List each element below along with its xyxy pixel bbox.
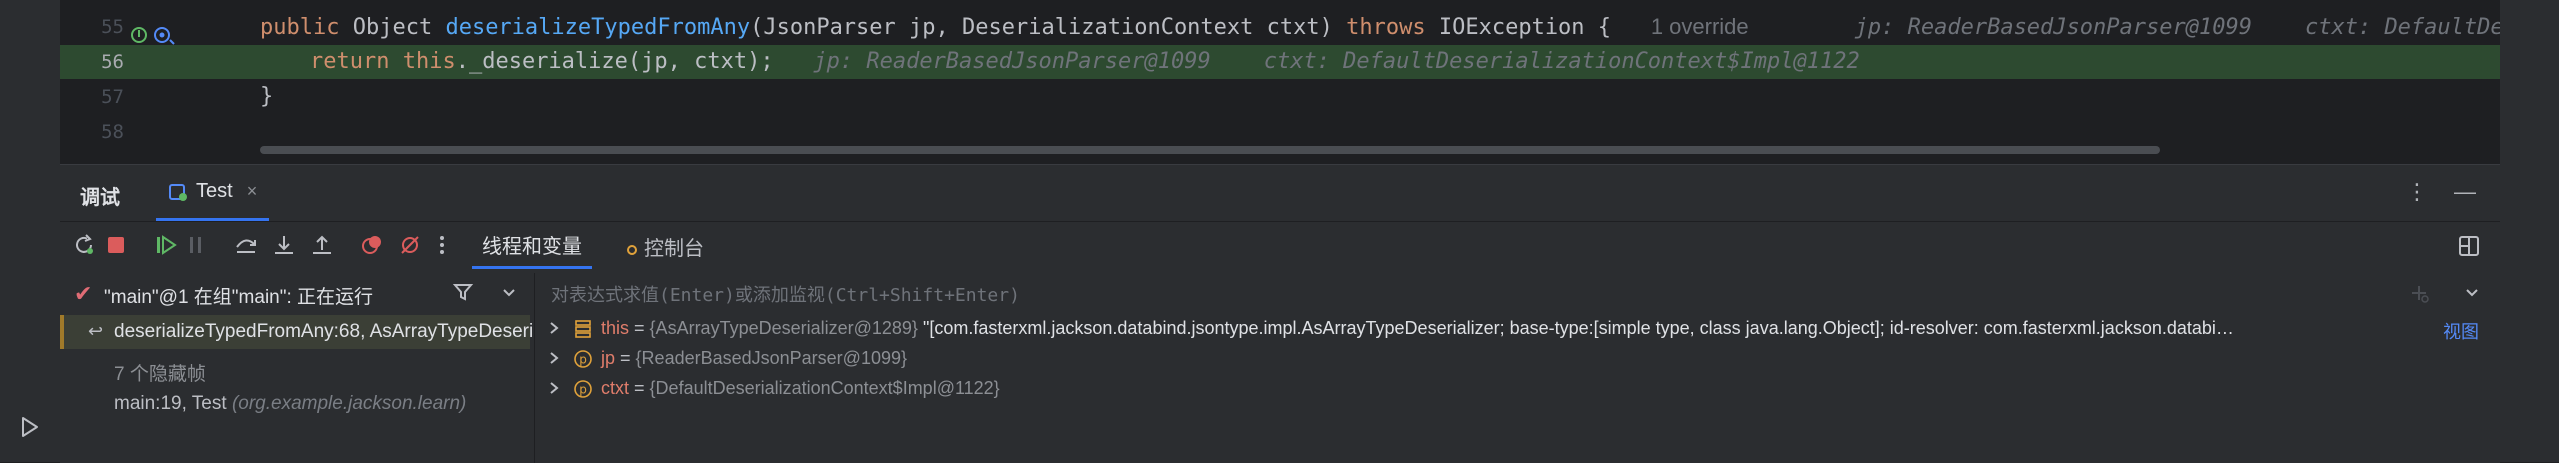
resume-icon[interactable]	[154, 233, 178, 257]
code-text: return this._deserialize(jp, ctxt); jp: …	[310, 49, 1860, 74]
return-icon: ↩	[88, 321, 104, 341]
step-out-icon[interactable]	[310, 233, 334, 257]
frame-package: (org.example.jackson.learn)	[231, 393, 467, 414]
frame-item-selected[interactable]: ↩ deserializeTypedFromAny:68, AsArrayTyp…	[60, 315, 534, 349]
code-editor[interactable]: 55 public Object deserializeTypedFromAny…	[60, 0, 2500, 160]
filter-icon[interactable]	[452, 281, 474, 303]
close-icon[interactable]: ×	[247, 181, 258, 202]
svg-text:p: p	[579, 383, 587, 397]
svg-text:p: p	[579, 353, 587, 367]
inlay-value-ctxt: ctxt: DefaultDeser	[2304, 15, 2500, 40]
variable-value: "[com.fasterxml.jackson.databind.jsontyp…	[922, 318, 2234, 338]
evaluate-expression-input[interactable]	[549, 281, 2253, 309]
frames-pane: ✔ "main"@1 在组"main": 正在运行 ↩ deserializeT…	[60, 273, 534, 463]
tab-label: Test	[196, 180, 233, 202]
thread-selector[interactable]: ✔ "main"@1 在组"main": 正在运行	[60, 273, 530, 313]
frame-label: deserializeTypedFromAny:68, AsArrayTypeD…	[114, 321, 534, 342]
inlay-value-ctxt: ctxt: DefaultDeserializationContext$Impl…	[1263, 49, 1860, 74]
code-line-57: 57 }	[60, 80, 2500, 114]
run-config-icon	[169, 183, 187, 201]
code-text: }	[260, 84, 274, 109]
rerun-icon[interactable]	[72, 233, 96, 257]
parameter-icon: p	[574, 380, 592, 398]
line-number: 57	[101, 86, 124, 108]
inlay-value-jp: jp: ReaderBasedJsonParser@1099	[1854, 15, 2252, 40]
parameter-icon: p	[574, 350, 592, 368]
tab-label: 线程和变量	[482, 236, 582, 258]
left-tool-strip	[0, 0, 61, 462]
variable-type: {AsArrayTypeDeserializer@1289}	[649, 318, 918, 338]
frame-item[interactable]: main:19, Test (org.example.jackson.learn…	[114, 393, 466, 415]
console-status-icon	[627, 245, 637, 255]
step-over-icon[interactable]	[234, 233, 258, 257]
chevron-down-icon[interactable]	[500, 283, 518, 301]
override-gutter-icon[interactable]	[130, 24, 180, 46]
variable-name: jp	[601, 348, 616, 368]
layout-settings-icon[interactable]	[2458, 235, 2480, 257]
code-text: public Object deserializeTypedFromAny(Js…	[260, 10, 2500, 45]
field-stack-icon	[575, 320, 591, 338]
variables-pane: this = {AsArrayTypeDeserializer@1289} "[…	[534, 273, 2501, 463]
chevron-right-icon[interactable]	[547, 319, 561, 337]
frame-label: main:19, Test	[114, 393, 227, 414]
pause-icon[interactable]	[184, 233, 208, 257]
override-hint[interactable]: 1 override	[1651, 14, 1749, 39]
check-icon: ✔	[74, 281, 93, 306]
view-link[interactable]: 视图	[2443, 318, 2479, 344]
debug-toolbar: 线程和变量 控制台	[60, 223, 2500, 269]
variable-row-this[interactable]: this = {AsArrayTypeDeserializer@1289} "[…	[535, 315, 2501, 345]
tab-label: 控制台	[644, 237, 704, 260]
mute-breakpoints-icon[interactable]	[398, 233, 422, 257]
thread-label: "main"@1 在组"main": 正在运行	[104, 287, 374, 308]
tab-console[interactable]: 控制台	[620, 223, 710, 269]
inlay-value-jp: jp: ReaderBasedJsonParser@1099	[813, 49, 1211, 74]
hidden-frames-toggle[interactable]: 7 个隐藏帧	[114, 359, 206, 386]
more-options-icon[interactable]: ⋮	[2406, 179, 2428, 205]
add-watch-icon[interactable]	[2407, 281, 2431, 305]
debug-header: 调试 Test × ⋮ —	[60, 165, 2500, 222]
variable-row-jp[interactable]: p jp = {ReaderBasedJsonParser@1099}	[535, 345, 2501, 375]
variable-name: ctxt	[601, 378, 630, 398]
code-line-55: 55 public Object deserializeTypedFromAny…	[60, 10, 2500, 46]
chevron-right-icon[interactable]	[547, 349, 561, 367]
variable-type: {DefaultDeserializationContext$Impl@1122…	[649, 378, 1000, 398]
line-number: 58	[101, 121, 124, 143]
code-line-58: 58	[60, 115, 2500, 149]
stop-icon[interactable]	[104, 233, 128, 257]
header-actions: ⋮ —	[2406, 179, 2476, 205]
line-number: 55	[101, 16, 124, 38]
line-number: 56	[101, 51, 124, 73]
view-breakpoints-icon[interactable]	[360, 233, 384, 257]
tab-threads-variables[interactable]: 线程和变量	[472, 223, 592, 269]
minimize-icon[interactable]: —	[2454, 179, 2476, 205]
code-line-56-current: 56 return this._deserialize(jp, ctxt); j…	[60, 45, 2500, 79]
panel-title: 调试	[80, 187, 120, 209]
right-tool-strip	[2500, 0, 2559, 462]
run-icon[interactable]	[16, 414, 42, 440]
horizontal-scrollbar[interactable]	[260, 146, 2160, 154]
variable-name: this	[601, 318, 630, 338]
chevron-right-icon[interactable]	[547, 379, 561, 397]
debug-tool-window: 调试 Test × ⋮ — 线程和变量 控制台 ✔ "main"@1 在组"ma…	[60, 164, 2500, 463]
variable-row-ctxt[interactable]: p ctxt = {DefaultDeserializationContext$…	[535, 375, 2501, 405]
tab-test-session[interactable]: Test ×	[156, 165, 270, 221]
step-into-icon[interactable]	[272, 233, 296, 257]
more-options-icon[interactable]	[430, 233, 454, 257]
variable-type: {ReaderBasedJsonParser@1099}	[635, 348, 907, 368]
chevron-down-icon[interactable]	[2463, 283, 2481, 301]
